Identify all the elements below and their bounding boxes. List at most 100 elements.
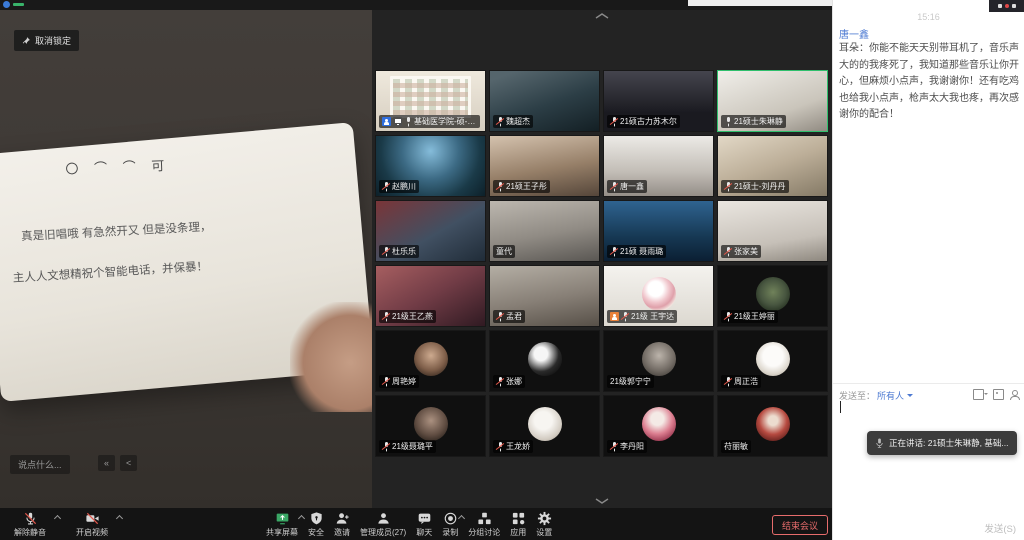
avatar [414, 342, 448, 376]
name-tag: 周艳婷 [379, 375, 419, 388]
video-tile[interactable]: 赵鹏川 [375, 135, 486, 197]
recording-indicator-bar [989, 0, 1024, 12]
chevron-up-icon[interactable] [116, 515, 123, 522]
participant-name: 21级王乙燕 [392, 311, 433, 322]
manage-members-button[interactable]: 管理成员(27) [356, 508, 410, 540]
chat-sender-name: 唐一鑫 [839, 26, 869, 41]
video-tile[interactable]: 21级 王宇达 [603, 265, 714, 327]
participant-name: 21级 王宇达 [631, 311, 674, 322]
video-tile-speaking[interactable]: 21硕士朱琳静 [717, 70, 828, 132]
mic-muted-icon [724, 312, 732, 322]
mic-muted-icon [496, 442, 504, 452]
record-button[interactable]: 录制 [438, 508, 462, 540]
participant-name: 基础医学院-硕-赵都的屏... [414, 116, 477, 127]
video-tile[interactable]: 21级王婷丽 [717, 265, 828, 327]
unpin-button[interactable]: 取消锁定 [14, 30, 79, 51]
avatar [528, 407, 562, 441]
shield-icon [309, 511, 324, 526]
participant-name: 孟君 [506, 311, 522, 322]
quick-chat-input[interactable]: 说点什么... [10, 455, 70, 474]
video-tile[interactable]: 童代 [489, 200, 600, 262]
participant-name: 张家美 [734, 246, 758, 257]
settings-button[interactable]: 设置 [532, 508, 556, 540]
name-tag: 杜乐乐 [379, 245, 419, 258]
members-label: 管理成员(27) [360, 527, 406, 538]
video-tile[interactable]: 周艳婷 [375, 330, 486, 392]
video-tile[interactable]: 21硕王子彤 [489, 135, 600, 197]
top-toolbar-fragment [688, 0, 838, 6]
name-tag: 21级王乙燕 [379, 310, 436, 323]
breakout-label: 分组讨论 [468, 527, 500, 538]
video-tile[interactable]: 孟君 [489, 265, 600, 327]
participant-name: 21硕 聂雨璐 [620, 246, 663, 257]
members-icon [376, 511, 391, 526]
scroll-down-arrow[interactable] [594, 497, 610, 505]
invite-button[interactable]: 邀请 [330, 508, 354, 540]
breakout-rooms-button[interactable]: 分组讨论 [464, 508, 504, 540]
pin-icon [22, 36, 31, 45]
video-tile[interactable]: 21硕 聂雨璐 [603, 200, 714, 262]
mic-muted-icon [610, 247, 618, 257]
send-button[interactable]: 发送(S) [984, 521, 1016, 535]
mic-on-icon [724, 117, 732, 127]
unpin-label: 取消锁定 [35, 34, 71, 47]
mic-muted-icon [382, 182, 390, 192]
video-tile[interactable]: 杜乐乐 [375, 200, 486, 262]
video-tile[interactable]: 王龙娇 [489, 395, 600, 457]
screen-share-icon [275, 511, 290, 526]
participant-name: 魏超杰 [506, 116, 530, 127]
participant-name: 21级郭宁宁 [610, 376, 651, 387]
mic-muted-icon [610, 182, 618, 192]
participant-name: 张娜 [506, 376, 522, 387]
name-tag: 21硕士-刘丹丹 [721, 180, 789, 193]
mic-on-icon [404, 117, 412, 127]
start-video-button[interactable]: 开启视频 [64, 508, 120, 540]
video-tile[interactable]: 周正浩 [717, 330, 828, 392]
participant-name: 唐一鑫 [620, 181, 644, 192]
mic-muted-icon [724, 247, 732, 257]
mic-muted-icon [382, 377, 390, 387]
name-tag: 21硕王子彤 [493, 180, 550, 193]
apps-button[interactable]: 应用 [506, 508, 530, 540]
video-tile[interactable]: 张家美 [717, 200, 828, 262]
pinned-video[interactable]: 取消锁定 〇 ⌒ ⌒ 可 真是旧唱哦 有急然开又 但是没条理， 主人人文想精祝个… [0, 10, 372, 508]
video-tile[interactable]: 张娜 [489, 330, 600, 392]
member-badge-icon [382, 117, 391, 126]
record-dot-icon [1005, 4, 1009, 8]
record-label: 录制 [442, 527, 458, 538]
chat-button[interactable]: 聊天 [412, 508, 436, 540]
collapse-button[interactable]: « [98, 455, 115, 471]
video-tile[interactable]: 李丹阳 [603, 395, 714, 457]
video-tile[interactable]: 21级王乙燕 [375, 265, 486, 327]
video-tile[interactable]: 苻丽敏 [717, 395, 828, 457]
video-tile[interactable]: 唐一鑫 [603, 135, 714, 197]
scroll-up-arrow[interactable] [594, 12, 610, 20]
app-logo-icon [3, 1, 10, 8]
mic-muted-icon [724, 377, 732, 387]
chevron-left-button[interactable]: < [120, 455, 137, 471]
share-screen-button[interactable]: 共享屏幕 [262, 508, 302, 540]
name-tag: 童代 [493, 245, 515, 258]
participant-name: 周艳婷 [392, 376, 416, 387]
end-meeting-button[interactable]: 结束会议 [772, 515, 828, 535]
window-icon [998, 4, 1002, 8]
tile-grid: 基础医学院-硕-赵都的屏... 魏超杰 21硕古力苏木尔 21硕士朱琳静 赵鹏川… [375, 70, 828, 457]
video-tile[interactable]: 21硕士-刘丹丹 [717, 135, 828, 197]
mic-muted-icon [496, 377, 504, 387]
video-tile[interactable]: 21硕古力苏木尔 [603, 70, 714, 132]
chat-message: 耳朵：你能不能天天别带耳机了，音乐声大的的我疼死了，我知道那些音乐让你开心，但麻… [839, 41, 1019, 124]
video-tile[interactable]: 21级郭宁宁 [603, 330, 714, 392]
invite-person-icon [335, 511, 350, 526]
name-tag: 21级郭宁宁 [607, 375, 654, 388]
mute-button[interactable]: 解除静音 [2, 508, 58, 540]
avatar [756, 277, 790, 311]
name-tag: 21硕 聂雨璐 [607, 245, 666, 258]
video-tile[interactable]: 21级聂璐平 [375, 395, 486, 457]
video-tile[interactable]: 魏超杰 [489, 70, 600, 132]
meeting-window: 取消锁定 〇 ⌒ ⌒ 可 真是旧唱哦 有急然开又 但是没条理， 主人人文想精祝个… [0, 0, 1024, 540]
mute-label: 解除静音 [14, 527, 46, 538]
participant-name: 21硕士朱琳静 [734, 116, 783, 127]
video-tile[interactable]: 基础医学院-硕-赵都的屏... [375, 70, 486, 132]
security-button[interactable]: 安全 [304, 508, 328, 540]
chevron-up-icon[interactable] [54, 515, 61, 522]
